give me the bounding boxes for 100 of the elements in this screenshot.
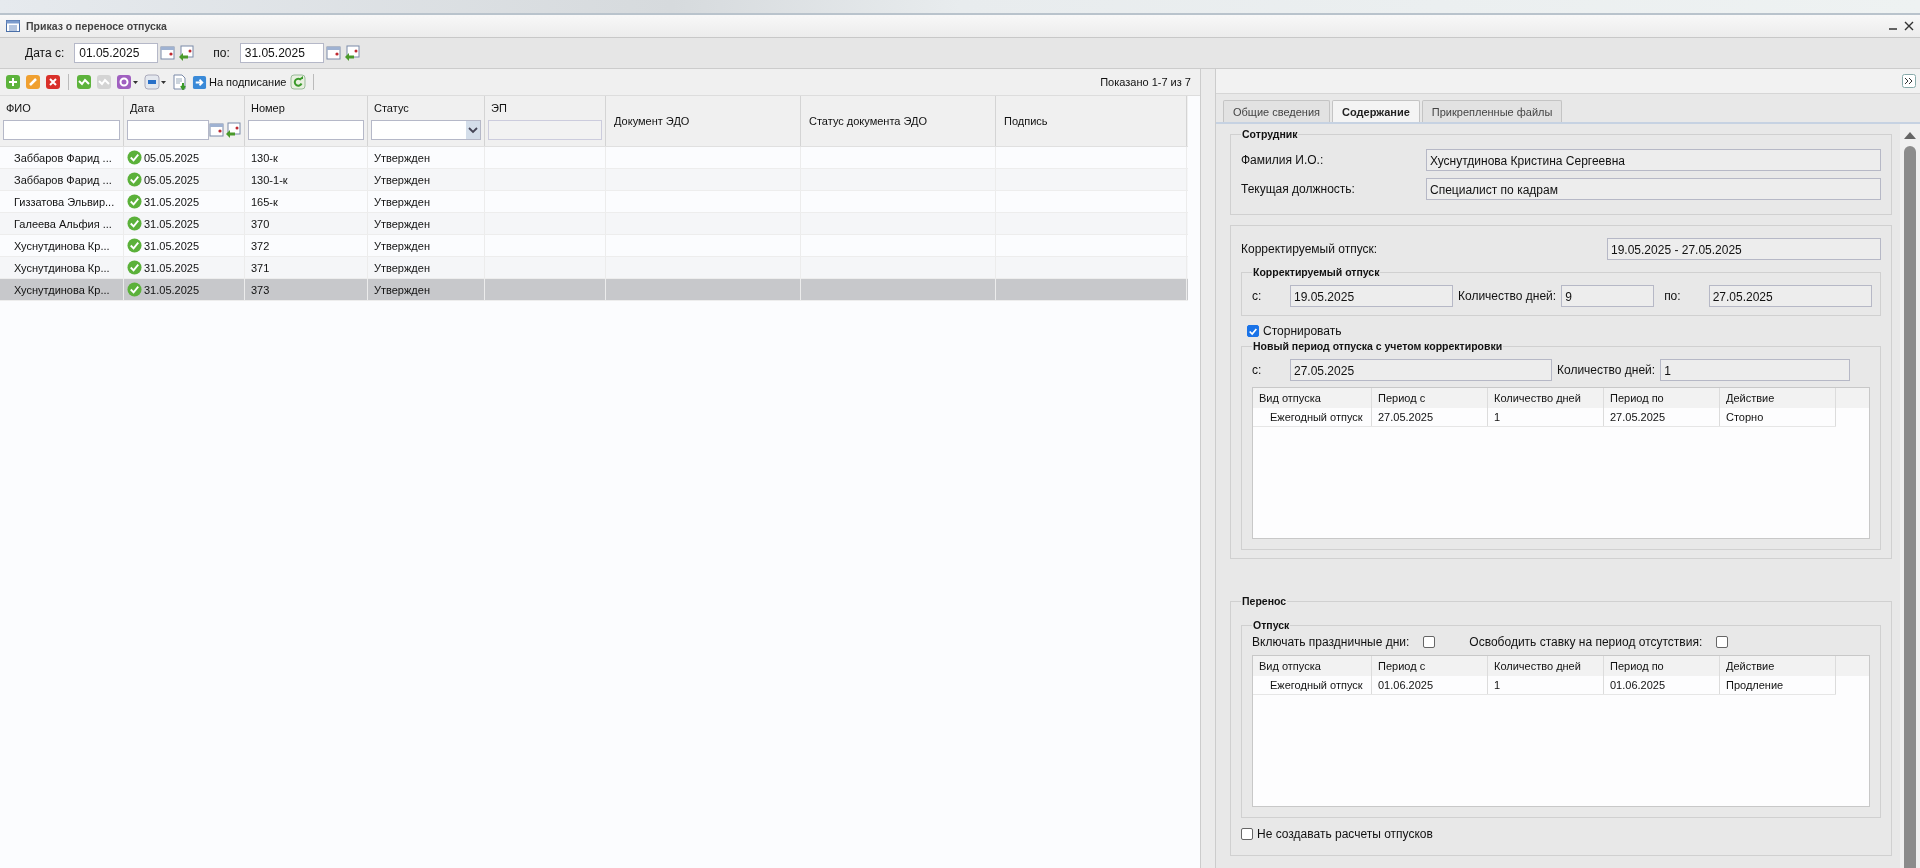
- field-label: Фамилия И.О.:: [1241, 153, 1325, 167]
- checkbox-label: Не создавать расчеты отпусков: [1257, 827, 1433, 841]
- column-header[interactable]: Действие: [1720, 388, 1836, 408]
- section-legend: Отпуск: [1252, 619, 1291, 631]
- column-header[interactable]: Вид отпуска: [1253, 656, 1372, 676]
- text-field[interactable]: Хуснутдинова Кристина Сергеевна: [1426, 149, 1881, 171]
- field-label: Количество дней:: [1557, 363, 1656, 377]
- calendar-reset-icon[interactable]: [225, 122, 241, 138]
- column-header[interactable]: Количество дней: [1488, 388, 1604, 408]
- column-header[interactable]: Статус документа ЭДО: [809, 115, 992, 127]
- calendar-icon[interactable]: [325, 45, 342, 61]
- table-row[interactable]: Гиззатова Эльвир... 31.05.2025 165-к Утвержден: [0, 191, 1188, 213]
- table-row[interactable]: Заббаров Фарид ... 05.05.2025 130-1-к Утвержден: [0, 169, 1188, 191]
- table-row[interactable]: Хуснутдинова Кр... 31.05.2025 373 Утвержден: [0, 279, 1188, 301]
- text-field[interactable]: 19.05.2025 - 27.05.2025: [1607, 238, 1881, 260]
- table-cell: Ежегодный отпуск: [1253, 408, 1372, 426]
- window-icon: [6, 20, 20, 32]
- column-header[interactable]: Номер: [248, 98, 364, 114]
- table-cell: Хуснутдинова Кр...: [14, 261, 110, 274]
- close-icon[interactable]: [1904, 21, 1914, 31]
- tab[interactable]: Содержание: [1332, 100, 1420, 122]
- table-cell: 31.05.2025: [144, 195, 200, 208]
- text-field[interactable]: Специалист по кадрам: [1426, 178, 1881, 200]
- table-cell: Продление: [1720, 676, 1836, 694]
- table-cell: 165-к: [251, 195, 278, 208]
- field-label: Текущая должность:: [1241, 182, 1356, 196]
- checkbox[interactable]: [1423, 636, 1436, 648]
- section-legend: Корректируемый отпуск: [1252, 266, 1381, 278]
- section-legend: Перенос: [1241, 595, 1288, 607]
- date-field[interactable]: 27.05.2025: [1708, 285, 1872, 307]
- checkbox[interactable]: [1241, 828, 1253, 840]
- window-title: Приказ о переносе отпуска: [26, 20, 167, 32]
- checkbox[interactable]: [1716, 636, 1729, 648]
- filter-field[interactable]: [127, 120, 209, 140]
- edit-icon[interactable]: [25, 74, 41, 90]
- filter-field[interactable]: [3, 120, 120, 140]
- table-row[interactable]: Хуснутдинова Кр... 31.05.2025 372 Утвержден: [0, 235, 1188, 257]
- scrollbar[interactable]: [1900, 124, 1920, 868]
- table-cell: 27.05.2025: [1372, 408, 1488, 426]
- table-cell: 31.05.2025: [144, 217, 200, 230]
- column-header[interactable]: Период по: [1604, 656, 1720, 676]
- table-cell: 31.05.2025: [144, 239, 200, 252]
- table-cell: Утвержден: [374, 261, 430, 274]
- caret-icon[interactable]: [466, 121, 480, 139]
- refresh-icon[interactable]: [290, 74, 307, 90]
- scroll-up-icon[interactable]: [1903, 130, 1917, 140]
- column-header[interactable]: Вид отпуска: [1253, 388, 1372, 408]
- column-header[interactable]: Период с: [1372, 388, 1488, 408]
- add-icon[interactable]: [5, 74, 21, 90]
- calendar-reset-icon[interactable]: [178, 45, 195, 61]
- table-cell: Утвержден: [374, 239, 430, 252]
- text-field[interactable]: 9: [1561, 285, 1655, 307]
- checkbox[interactable]: [1247, 325, 1259, 337]
- table-cell: Утвержден: [374, 217, 430, 230]
- table-row[interactable]: Галеева Альфия ... 31.05.2025 370 Утвержден: [0, 213, 1188, 235]
- date-to-field[interactable]: 31.05.2025: [239, 43, 324, 63]
- column-header[interactable]: Статус: [371, 98, 481, 114]
- chart-icon[interactable]: [76, 74, 92, 90]
- table-row[interactable]: Хуснутдинова Кр... 31.05.2025 371 Утвержден: [0, 257, 1188, 279]
- column-header[interactable]: Период по: [1604, 388, 1720, 408]
- tab[interactable]: Общие сведения: [1223, 100, 1331, 122]
- calendar-reset-icon[interactable]: [343, 45, 360, 61]
- table-cell: 130-1-к: [251, 173, 288, 186]
- date-from-field[interactable]: 01.05.2025: [74, 43, 159, 63]
- collapse-icon[interactable]: [1902, 74, 1916, 88]
- table-cell: Ежегодный отпуск: [1253, 676, 1372, 694]
- column-header[interactable]: Период с: [1372, 656, 1488, 676]
- table-cell: Сторно: [1720, 408, 1836, 426]
- date-field[interactable]: 27.05.2025: [1290, 359, 1552, 381]
- table-cell: 373: [251, 283, 270, 296]
- calendar-icon[interactable]: [209, 122, 225, 138]
- send-for-signing-button[interactable]: На подписание: [192, 74, 287, 90]
- table-cell: 1: [1488, 676, 1604, 694]
- table-cell: 27.05.2025: [1604, 408, 1720, 426]
- field-label: по:: [1664, 289, 1681, 303]
- table-row[interactable]: Заббаров Фарид ... 05.05.2025 130-к Утвержден: [0, 147, 1188, 169]
- column-header[interactable]: Действие: [1720, 656, 1836, 676]
- table-cell: 130-к: [251, 151, 278, 164]
- column-header[interactable]: ЭП: [488, 98, 602, 114]
- date-field[interactable]: 19.05.2025: [1290, 285, 1453, 307]
- date-from-label: Дата с:: [25, 46, 65, 60]
- table-cell: Хуснутдинова Кр...: [14, 239, 110, 252]
- checkbox-label: Сторнировать: [1263, 324, 1342, 338]
- delete-icon[interactable]: [45, 74, 61, 90]
- filter-field[interactable]: [248, 120, 364, 140]
- table-cell: 05.05.2025: [144, 173, 200, 186]
- table-cell: Утвержден: [374, 283, 430, 296]
- table-cell: Хуснутдинова Кр...: [14, 283, 110, 296]
- column-header[interactable]: ФИО: [3, 98, 120, 114]
- column-header[interactable]: Документ ЭДО: [614, 115, 797, 127]
- tab[interactable]: Прикрепленные файлы: [1421, 100, 1563, 122]
- document-download-icon[interactable]: [172, 74, 188, 90]
- column-header[interactable]: Дата: [127, 98, 241, 114]
- table-cell: Галеева Альфия ...: [14, 217, 112, 230]
- calendar-icon[interactable]: [160, 45, 177, 61]
- print-icon[interactable]: [144, 74, 168, 90]
- column-header[interactable]: Количество дней: [1488, 656, 1604, 676]
- table-cell: 05.05.2025: [144, 151, 200, 164]
- column-header[interactable]: Подпись: [1004, 115, 1183, 127]
- text-field[interactable]: 1: [1660, 359, 1851, 381]
